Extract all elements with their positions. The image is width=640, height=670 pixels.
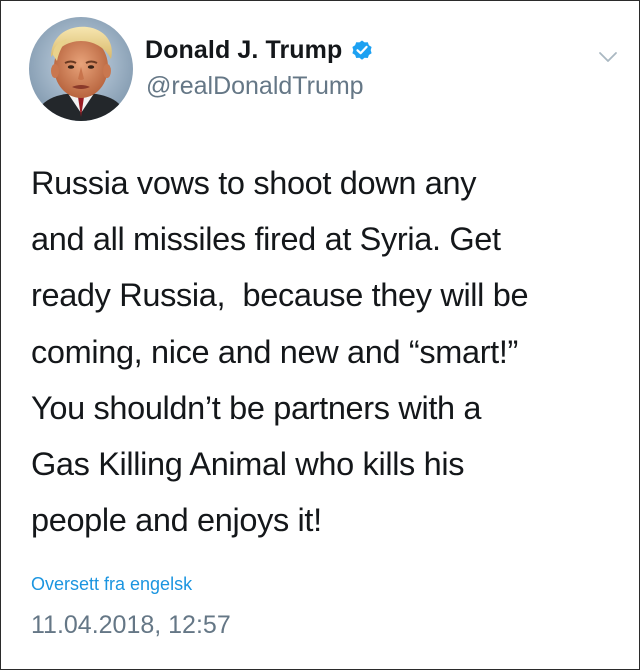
tweet-text-line: and all missiles fired at Syria. Get (31, 221, 501, 258)
tweet-text-line: coming, nice and new and “smart!” (31, 333, 519, 370)
timestamp[interactable]: 11.04.2018, 12:57 (31, 611, 231, 640)
tweet-text-line: people and enjoys it! (31, 502, 322, 539)
avatar[interactable] (29, 17, 133, 121)
avatar-image (29, 17, 133, 121)
chevron-down-icon[interactable] (598, 50, 618, 64)
author-name-row[interactable]: Donald J. Trump (145, 33, 374, 67)
tweet-text-line: Russia vows to shoot down any (31, 165, 477, 201)
translate-link[interactable]: Oversett fra engelsk (31, 574, 192, 595)
tweet-header: Donald J. Trump @realDonaldTrump (0, 0, 640, 140)
verified-badge-icon (350, 38, 374, 62)
tweet-text-line: You shouldn’t be partners with a (31, 389, 482, 426)
tweet-text-line: Gas Killing Animal who kills his (31, 446, 465, 483)
author-handle[interactable]: @realDonaldTrump (146, 72, 364, 101)
tweet-text: Russia vows to shoot down any and all mi… (31, 155, 621, 548)
tweet-text-line: ready Russia, because they will be (31, 277, 529, 314)
display-name[interactable]: Donald J. Trump (145, 36, 342, 65)
